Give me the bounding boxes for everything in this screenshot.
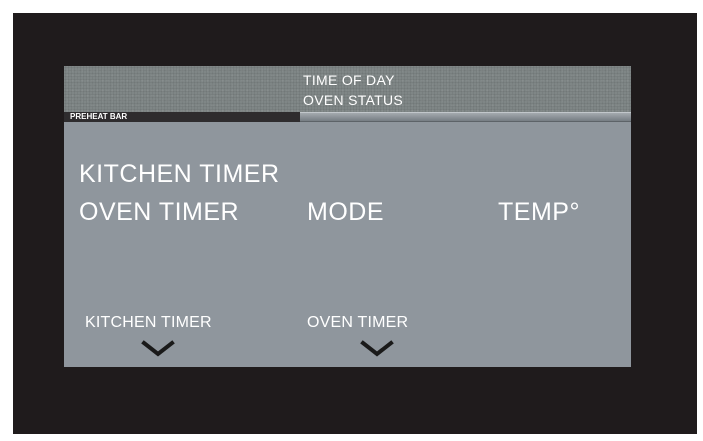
preheat-bar-label-box: PREHEAT BAR (64, 112, 300, 122)
chevron-down-icon[interactable] (141, 340, 175, 358)
kitchen-timer-display[interactable]: KITCHEN TIMER (79, 160, 280, 189)
oven-display-screen: TIME OF DAY OVEN STATUS PREHEAT BAR KITC… (64, 66, 631, 367)
preheat-bar-track (300, 112, 631, 122)
time-of-day-label: TIME OF DAY (303, 72, 395, 88)
preheat-bar-label: PREHEAT BAR (70, 112, 128, 121)
oven-status-label: OVEN STATUS (303, 92, 404, 108)
chevron-down-icon[interactable] (360, 340, 394, 358)
mode-display[interactable]: MODE (307, 198, 384, 227)
kitchen-timer-softkey-label[interactable]: KITCHEN TIMER (85, 314, 212, 332)
preheat-bar: PREHEAT BAR (64, 112, 631, 122)
oven-timer-display[interactable]: OVEN TIMER (79, 198, 239, 227)
oven-timer-softkey-label[interactable]: OVEN TIMER (307, 314, 408, 332)
status-band: TIME OF DAY OVEN STATUS PREHEAT BAR (64, 66, 631, 122)
temp-display[interactable]: TEMP° (498, 198, 580, 227)
